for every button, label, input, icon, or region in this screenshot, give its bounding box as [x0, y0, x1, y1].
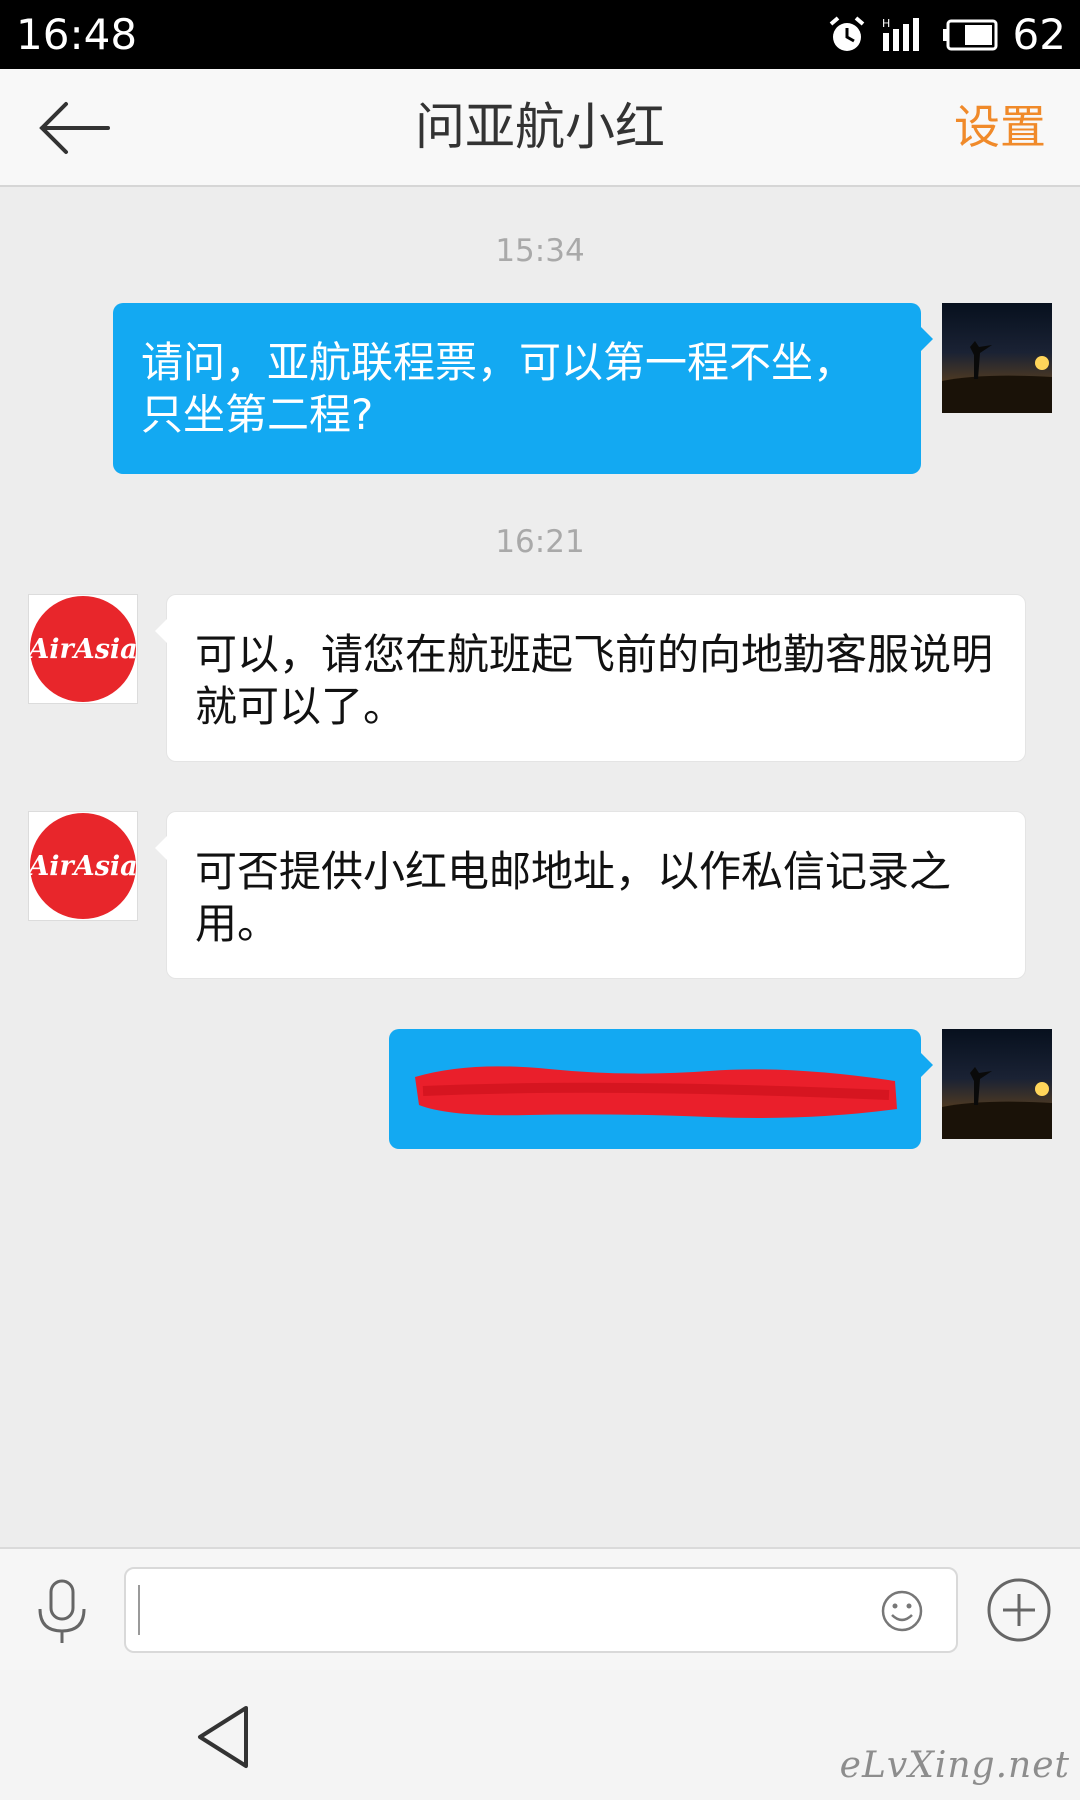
text-caret	[138, 1585, 140, 1635]
message-input[interactable]	[124, 1567, 958, 1653]
status-time: 16:48	[16, 10, 138, 59]
emoji-icon	[881, 1590, 923, 1632]
plus-icon	[987, 1578, 1051, 1642]
chat-messages[interactable]: 15:34 请问，亚航联程票，可以第一程不坐，只坐第二程? 16:21 AirA…	[0, 187, 1080, 1547]
chat-header: 问亚航小红 设置	[0, 69, 1080, 187]
user-avatar[interactable]	[942, 303, 1052, 413]
settings-button[interactable]: 设置	[954, 69, 1046, 185]
message-text: 可以，请您在航班起飞前的向地勤客服说明就可以了。	[195, 630, 994, 731]
airasia-avatar[interactable]: AirAsia	[25, 811, 138, 921]
emoji-button[interactable]	[880, 1589, 924, 1633]
watermark: eLvXing.net	[839, 1745, 1070, 1786]
outgoing-message-redacted[interactable]	[389, 1029, 933, 1149]
message-timestamp: 15:34	[495, 233, 585, 269]
sunset-silhouette-icon	[942, 1067, 1052, 1139]
chat-title: 问亚航小红	[415, 98, 665, 156]
message-text: 请问，亚航联程票，可以第一程不坐，只坐第二程?	[141, 338, 856, 439]
nav-back-button[interactable]	[192, 1702, 256, 1772]
svg-text:AirAsia: AirAsia	[29, 634, 137, 665]
nav-back-icon	[198, 1706, 248, 1768]
status-bar: 16:48 H 62	[0, 0, 1080, 69]
system-nav-bar: eLvXing.net	[0, 1670, 1080, 1800]
redaction-scribble	[415, 1066, 897, 1118]
status-icons: H 62	[827, 10, 1066, 60]
outgoing-message[interactable]: 请问，亚航联程票，可以第一程不坐，只坐第二程?	[113, 303, 933, 474]
sunset-silhouette-icon	[942, 341, 1052, 413]
incoming-message[interactable]: 可以，请您在航班起飞前的向地勤客服说明就可以了。	[155, 594, 1026, 762]
battery-icon	[942, 19, 998, 51]
svg-text:H: H	[882, 17, 890, 30]
signal-icon: H	[882, 17, 919, 51]
user-avatar[interactable]	[942, 1029, 1052, 1139]
airasia-logo-icon: AirAsia	[25, 813, 138, 919]
message-text: 可否提供小红电邮地址，以作私信记录之用。	[195, 847, 952, 948]
battery-level: 62	[1012, 10, 1066, 59]
airasia-logo-icon: AirAsia	[25, 596, 138, 702]
airasia-avatar[interactable]: AirAsia	[25, 594, 138, 704]
alarm-icon	[829, 16, 864, 51]
message-input-bar	[0, 1547, 1080, 1670]
incoming-message[interactable]: 可否提供小红电邮地址，以作私信记录之用。	[155, 811, 1026, 979]
svg-text:AirAsia: AirAsia	[29, 851, 137, 882]
more-options-button[interactable]	[986, 1577, 1052, 1643]
voice-button[interactable]	[34, 1579, 90, 1645]
microphone-icon	[38, 1579, 86, 1643]
message-timestamp: 16:21	[495, 524, 585, 560]
